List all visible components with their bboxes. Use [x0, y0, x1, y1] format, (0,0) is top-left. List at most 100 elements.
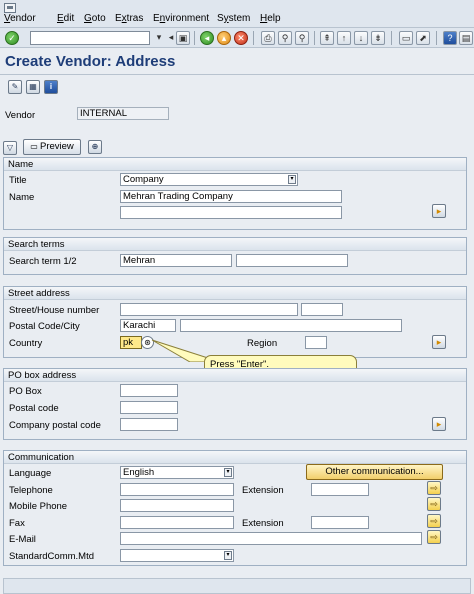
- toolbar-separator: [194, 31, 195, 45]
- title-select[interactable]: Company ▾: [120, 173, 298, 186]
- menu-goto-mnemonic: G: [84, 13, 92, 24]
- back-icon[interactable]: ◂: [200, 31, 214, 45]
- house-number-field[interactable]: [301, 303, 343, 316]
- preview-icon: ▭: [30, 142, 40, 151]
- enter-icon[interactable]: ✓: [5, 31, 19, 45]
- find-icon[interactable]: ⚲: [278, 31, 292, 45]
- menu-goto-rest: oto: [91, 13, 106, 24]
- first-page-icon[interactable]: ⇞: [320, 31, 334, 45]
- language-label: Language: [9, 468, 52, 479]
- country-field[interactable]: pk: [120, 336, 142, 349]
- preview-button[interactable]: ▭ Preview: [23, 139, 81, 155]
- international-versions-icon[interactable]: ⊕: [88, 140, 102, 154]
- last-page-icon[interactable]: ⇟: [371, 31, 385, 45]
- menu-help[interactable]: Help: [260, 13, 281, 24]
- menu-help-rest: elp: [267, 13, 281, 24]
- menu-environment-pre: E: [153, 13, 160, 24]
- fax-more-icon[interactable]: ⇨: [427, 514, 441, 528]
- cancel-icon[interactable]: ✕: [234, 31, 248, 45]
- postal-city-label: Postal Code/City: [9, 321, 80, 332]
- mobile-more-icon[interactable]: ⇨: [427, 497, 441, 511]
- name-group-title: Name: [8, 159, 34, 170]
- search-term-1-field[interactable]: Mehran: [120, 254, 232, 267]
- previous-page-icon[interactable]: ↑: [337, 31, 351, 45]
- city-field[interactable]: Karachi: [120, 319, 176, 332]
- fax-extension-label: Extension: [242, 518, 284, 529]
- help-icon[interactable]: ?: [443, 31, 457, 45]
- fax-extension-field[interactable]: [311, 516, 369, 529]
- communication-group-title: Communication: [8, 452, 74, 463]
- menu-system[interactable]: System: [217, 13, 250, 24]
- status-bar: [3, 578, 471, 594]
- title-dropdown-icon[interactable]: ▾: [288, 175, 296, 184]
- menu-edit-rest: dit: [63, 13, 75, 24]
- po-postal-code-label: Postal code: [9, 403, 59, 414]
- name-field-2[interactable]: [120, 206, 342, 219]
- language-select[interactable]: English ▾: [120, 466, 234, 479]
- mobile-phone-label: Mobile Phone: [9, 501, 68, 512]
- vendor-label: Vendor: [5, 110, 36, 121]
- menu-system-pre: S: [217, 13, 224, 24]
- layout-menu-icon[interactable]: ▤: [459, 31, 473, 45]
- exit-icon[interactable]: ▴: [217, 31, 231, 45]
- save-icon[interactable]: ▣: [176, 31, 190, 45]
- other-vendor-icon[interactable]: ▦: [26, 80, 40, 94]
- search-terms-group-header: Search terms: [4, 238, 466, 251]
- menu-environment[interactable]: Environment: [153, 13, 209, 24]
- telephone-more-icon[interactable]: ⇨: [427, 481, 441, 495]
- expand-icon[interactable]: ▽: [3, 141, 17, 155]
- email-field[interactable]: [120, 532, 422, 545]
- shortcut-icon[interactable]: ⬈: [416, 31, 430, 45]
- country-label: Country: [9, 338, 43, 349]
- email-more-icon[interactable]: ⇨: [427, 530, 441, 544]
- fax-field[interactable]: [120, 516, 234, 529]
- street-address-group-header: Street address: [4, 287, 466, 300]
- name-label: Name: [9, 192, 35, 203]
- more-address-icon[interactable]: ▸: [432, 335, 446, 349]
- more-po-box-icon[interactable]: ▸: [432, 417, 446, 431]
- menu-extras-rest: tras: [126, 13, 144, 24]
- menu-edit[interactable]: Edit: [57, 13, 74, 24]
- po-box-label: PO Box: [9, 386, 42, 397]
- menu-environment-rest: vironment: [165, 13, 210, 24]
- telephone-field[interactable]: [120, 483, 234, 496]
- company-postal-code-field[interactable]: [120, 418, 178, 431]
- search-term-label: Search term 1/2: [9, 256, 77, 267]
- menu-extras[interactable]: Extras: [115, 13, 143, 24]
- standard-toolbar: ✓ ▾ ◂ ▣ ◂ ▴ ✕ ⎙ ⚲ ⚲ ⇞ ↑ ↓ ⇟ ▭ ⬈ ? ▤: [0, 28, 474, 48]
- menu-goto[interactable]: Goto: [84, 13, 106, 24]
- system-menu-icon[interactable]: [4, 3, 16, 13]
- menu-vendor[interactable]: Vendor: [4, 13, 36, 24]
- po-postal-code-field[interactable]: [120, 401, 178, 414]
- email-label: E-Mail: [9, 534, 36, 545]
- po-box-field[interactable]: [120, 384, 178, 397]
- info-icon[interactable]: i: [44, 80, 58, 94]
- print-icon[interactable]: ⎙: [261, 31, 275, 45]
- mobile-phone-field[interactable]: [120, 499, 234, 512]
- standard-comm-method-select[interactable]: ▾: [120, 549, 234, 562]
- communication-group-header: Communication: [4, 451, 466, 464]
- search-term-2-field[interactable]: [236, 254, 348, 267]
- street-field[interactable]: [120, 303, 298, 316]
- telephone-label: Telephone: [9, 485, 53, 496]
- toolbar-separator: [436, 31, 437, 45]
- postal-city-field[interactable]: [180, 319, 402, 332]
- create-session-icon[interactable]: ▭: [399, 31, 413, 45]
- language-dropdown-icon[interactable]: ▾: [224, 468, 232, 477]
- standard-comm-method-dropdown-icon[interactable]: ▾: [224, 551, 232, 560]
- menu-edit-mnemonic: E: [57, 13, 64, 24]
- find-next-icon[interactable]: ⚲: [295, 31, 309, 45]
- telephone-extension-field[interactable]: [311, 483, 369, 496]
- menu-extras-pre: E: [115, 13, 122, 24]
- search-terms-group-title: Search terms: [8, 239, 65, 250]
- next-page-icon[interactable]: ↓: [354, 31, 368, 45]
- command-field[interactable]: [30, 31, 150, 45]
- other-communication-button[interactable]: Other communication...: [306, 464, 443, 480]
- name-field-1[interactable]: Mehran Trading Company: [120, 190, 342, 203]
- menu-system-rest: stem: [228, 13, 251, 24]
- name-group-header: Name: [4, 158, 466, 171]
- region-field[interactable]: [305, 336, 327, 349]
- more-names-icon[interactable]: ▸: [432, 204, 446, 218]
- display-change-icon[interactable]: ✎: [8, 80, 22, 94]
- title-divider: [0, 74, 474, 75]
